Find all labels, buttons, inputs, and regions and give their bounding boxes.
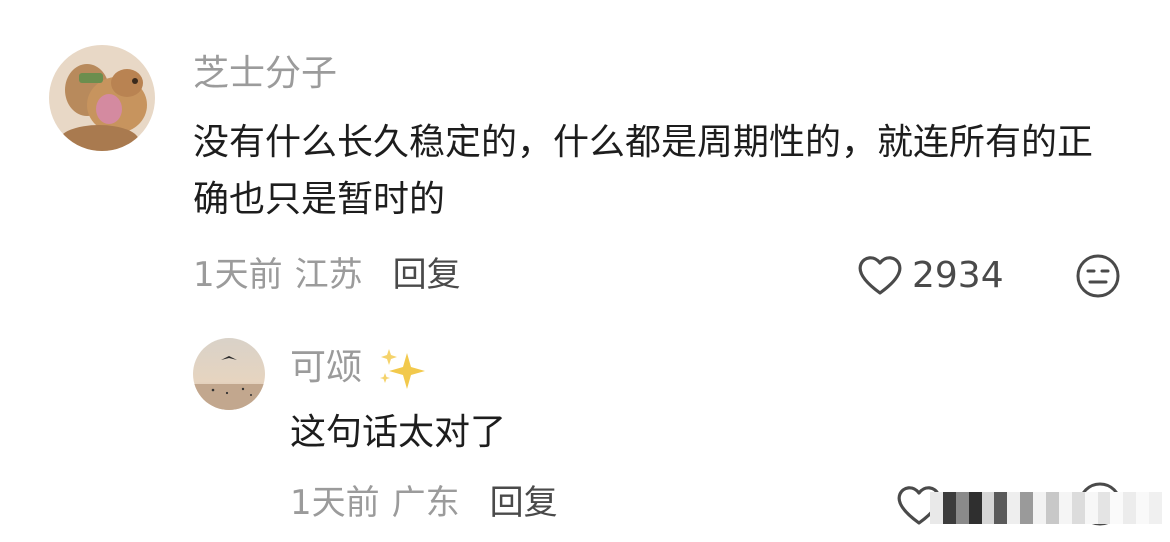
username[interactable]: 可颂 — [290, 346, 429, 391]
neutral-face-icon — [1076, 254, 1120, 298]
avatar[interactable] — [193, 338, 265, 410]
sunset-bird-avatar-icon — [193, 338, 265, 410]
comment-text: 这句话太对了 — [290, 412, 507, 453]
location: 江苏 — [294, 255, 363, 295]
like-button[interactable]: 2934 — [856, 253, 1004, 297]
capybara-avatar-icon — [49, 45, 155, 151]
timestamp: 1天前 — [290, 483, 380, 523]
heart-outline-icon — [858, 256, 902, 295]
username-text: 可颂 — [290, 347, 363, 388]
comment-meta: 1天前 江苏 回复 — [193, 253, 461, 297]
timestamp: 1天前 — [193, 255, 283, 295]
comment-text: 没有什么长久稳定的，什么都是周期性的，就连所有的正确也只是暂时的 — [193, 122, 1094, 220]
sparkles-icon — [380, 349, 426, 389]
username[interactable]: 芝士分子 — [193, 52, 337, 96]
like-count: 2934 — [912, 254, 1004, 296]
username-text: 芝士分子 — [193, 53, 338, 94]
watermark-mosaic — [930, 492, 1163, 524]
reaction-button[interactable] — [1074, 252, 1122, 304]
reply-button[interactable]: 回复 — [393, 255, 461, 295]
reply-button[interactable]: 回复 — [490, 483, 558, 523]
location: 广东 — [391, 483, 460, 523]
comment-meta: 1天前 广东 回复 — [290, 481, 558, 525]
avatar[interactable] — [49, 45, 155, 151]
